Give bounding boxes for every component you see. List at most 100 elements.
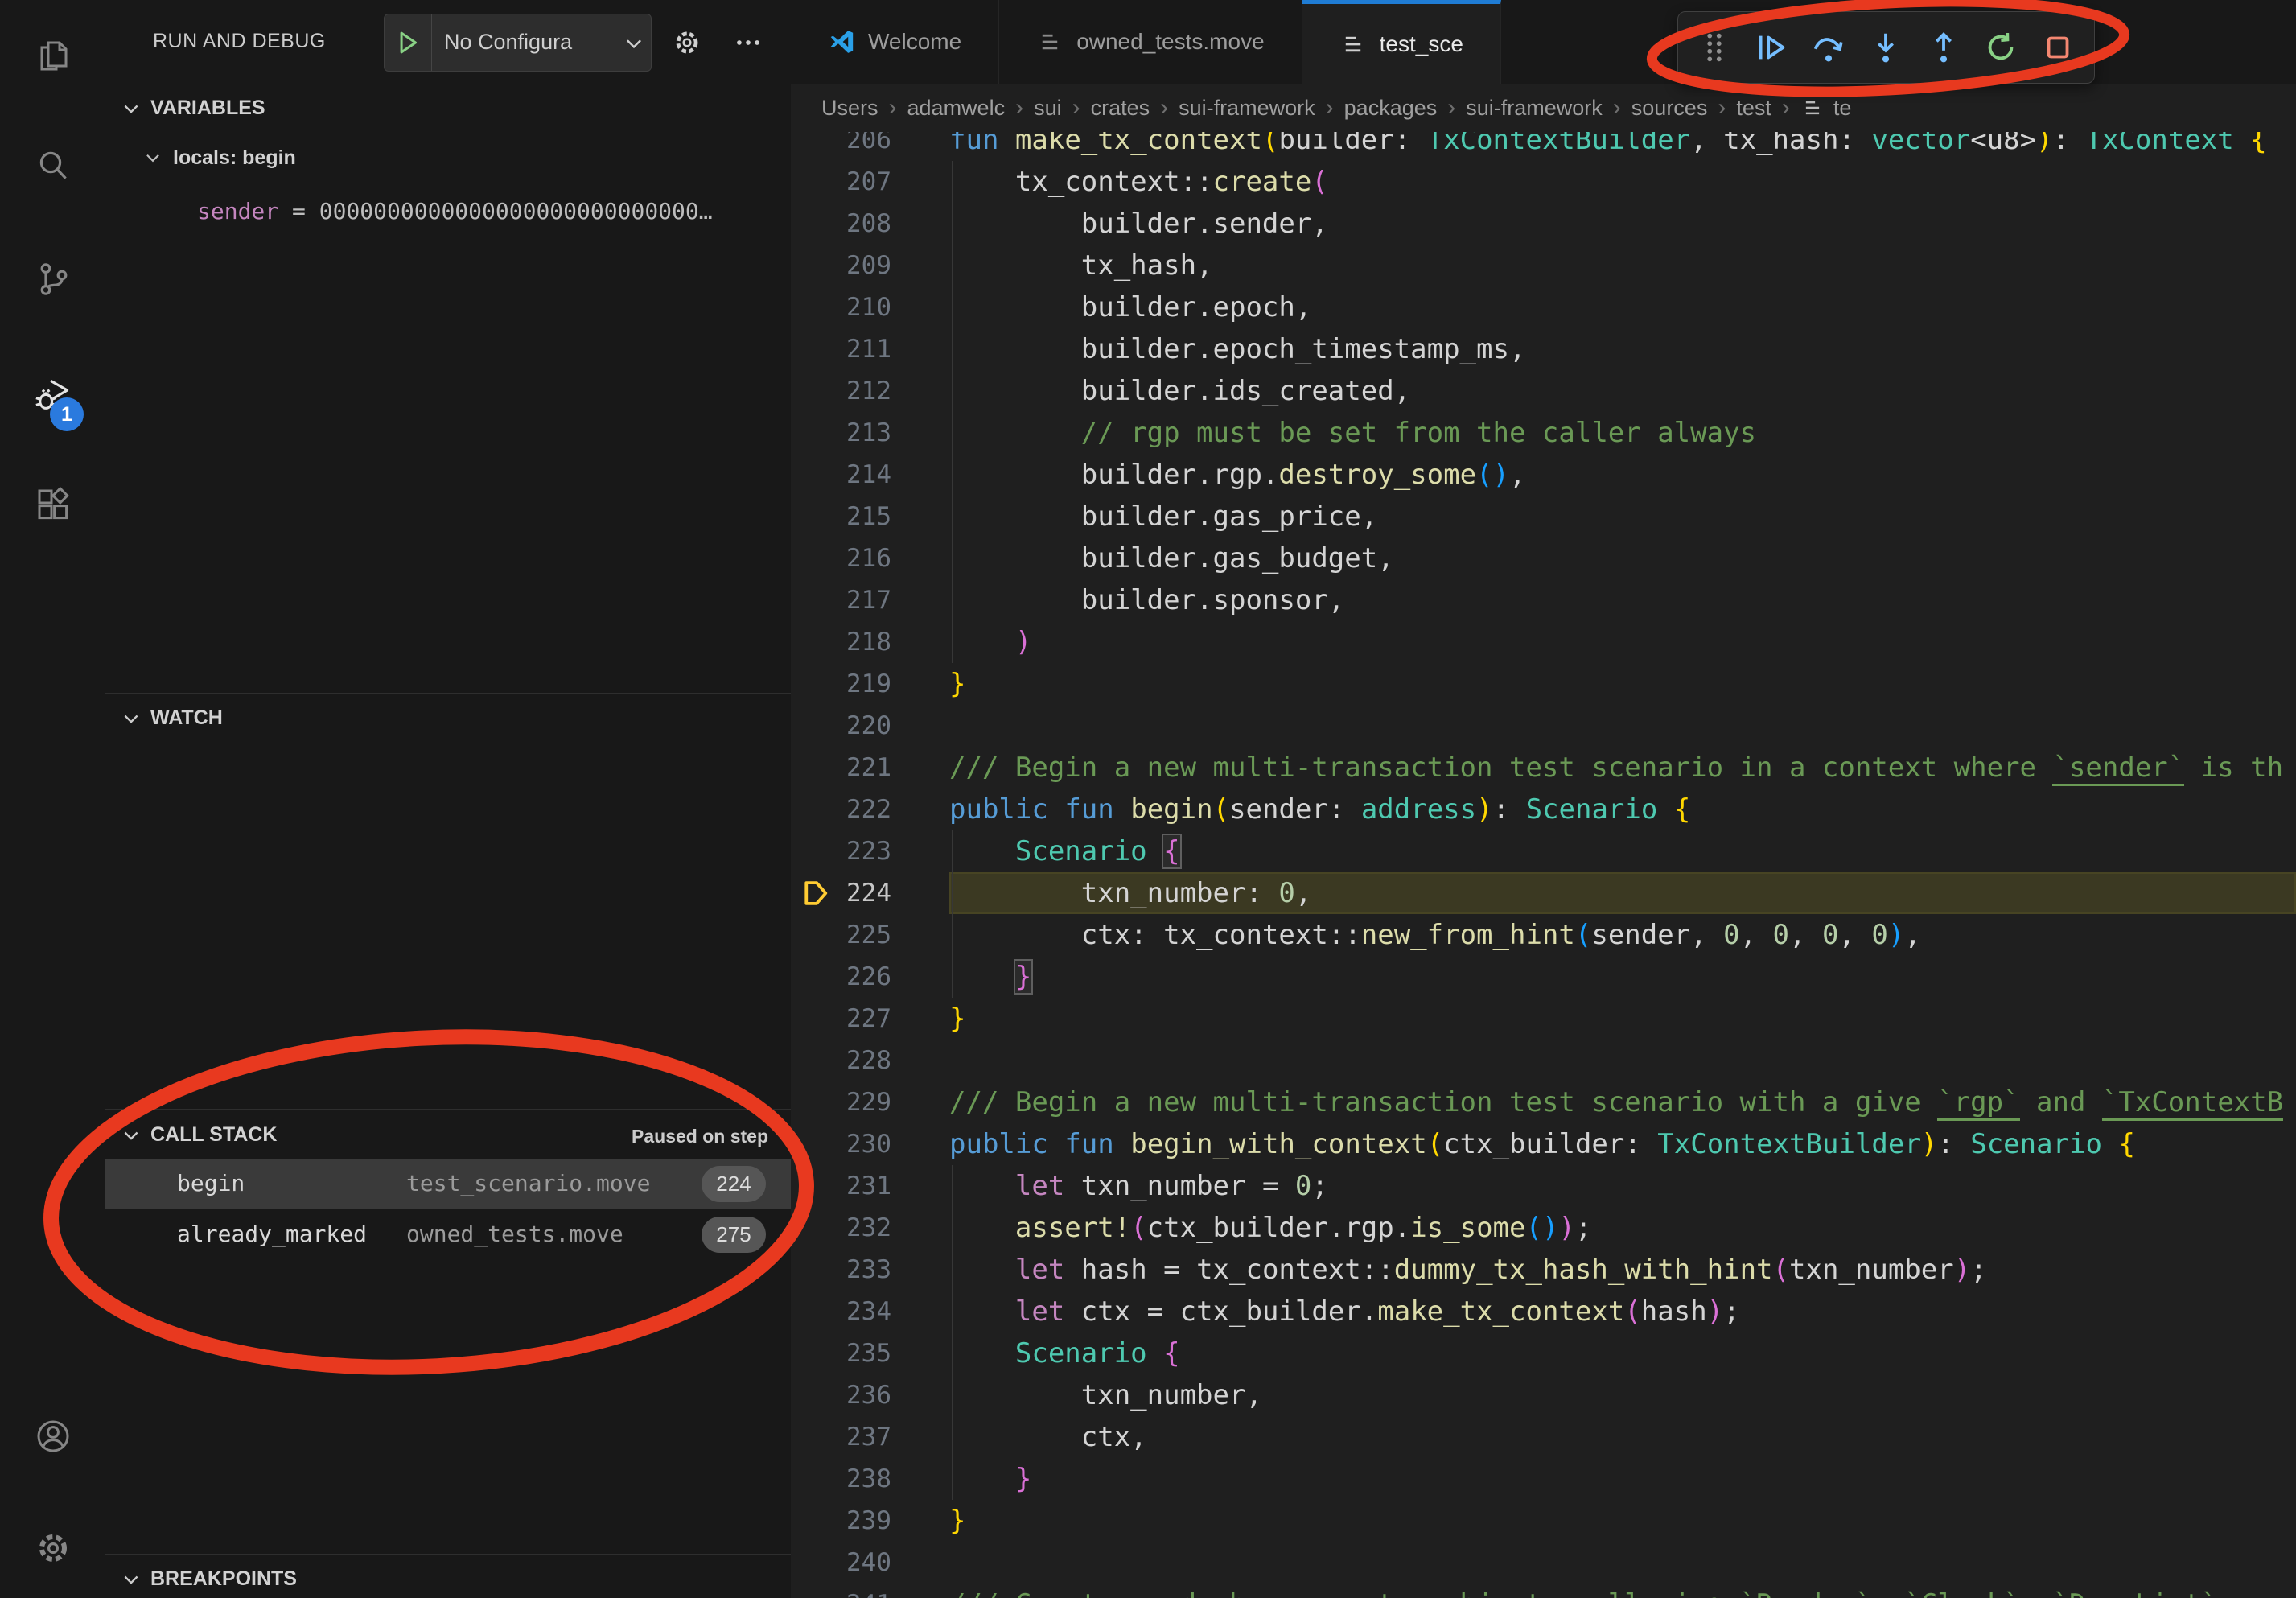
tab-welcome[interactable]: Welcome (791, 0, 999, 84)
line-number[interactable]: 210 (791, 286, 891, 328)
code-line-211[interactable]: 211 builder.epoch_timestamp_ms, (791, 328, 2296, 370)
activitybar-explorer-button[interactable] (0, 18, 105, 95)
call-stack-section-header[interactable]: CALL STACK Paused on step (105, 1115, 791, 1155)
breadcrumb-item[interactable]: sui-framework (1466, 96, 1603, 121)
line-number[interactable]: 232 (791, 1207, 891, 1249)
tab-test-sce[interactable]: test_sce (1302, 0, 1501, 84)
code-line-231[interactable]: 231 let txn_number = 0; (791, 1165, 2296, 1207)
activitybar-search-button[interactable] (0, 129, 105, 206)
code-line-227[interactable]: 227} (791, 998, 2296, 1040)
line-number[interactable]: 237 (791, 1416, 891, 1458)
breadcrumb-item[interactable]: sui (1034, 96, 1062, 121)
code-line-209[interactable]: 209 tx_hash, (791, 245, 2296, 286)
code-line-220[interactable]: 220 (791, 705, 2296, 747)
code-line-212[interactable]: 212 builder.ids_created, (791, 370, 2296, 412)
line-number[interactable]: 233 (791, 1249, 891, 1291)
code-line-236[interactable]: 236 txn_number, (791, 1374, 2296, 1416)
code-line-216[interactable]: 216 builder.gas_budget, (791, 537, 2296, 579)
variables-section-header[interactable]: VARIABLES (105, 89, 791, 129)
code-line-234[interactable]: 234 let ctx = ctx_builder.make_tx_contex… (791, 1291, 2296, 1332)
code-line-233[interactable]: 233 let hash = tx_context::dummy_tx_hash… (791, 1249, 2296, 1291)
breadcrumb-item[interactable]: Users (821, 96, 878, 121)
line-number[interactable]: 222 (791, 789, 891, 830)
line-number[interactable]: 238 (791, 1458, 891, 1500)
code-line-207[interactable]: 207 tx_context::create( (791, 161, 2296, 203)
code-line-232[interactable]: 232 assert!(ctx_builder.rgp.is_some()); (791, 1207, 2296, 1249)
code-line-225[interactable]: 225 ctx: tx_context::new_from_hint(sende… (791, 914, 2296, 956)
line-number[interactable]: 225 (791, 914, 891, 956)
code-line-235[interactable]: 235 Scenario { (791, 1332, 2296, 1374)
line-number[interactable]: 240 (791, 1542, 891, 1584)
line-number[interactable]: 218 (791, 621, 891, 663)
line-number[interactable]: 234 (791, 1291, 891, 1332)
code-line-239[interactable]: 239} (791, 1500, 2296, 1542)
line-number[interactable]: 207 (791, 161, 891, 203)
code-line-238[interactable]: 238 } (791, 1458, 2296, 1500)
activitybar-extensions-button[interactable] (0, 467, 105, 545)
variables-scope-row[interactable]: locals: begin (105, 138, 791, 179)
breadcrumb-item[interactable]: crates (1091, 96, 1150, 121)
stop-button[interactable] (2034, 22, 2083, 73)
step-into-button[interactable] (1862, 22, 1911, 73)
activitybar-manage-button[interactable] (0, 1511, 105, 1588)
line-number[interactable]: 211 (791, 328, 891, 370)
line-number[interactable]: 236 (791, 1374, 891, 1416)
debug-config-dropdown[interactable]: No Configura (384, 14, 652, 72)
line-number[interactable]: 212 (791, 370, 891, 412)
breadcrumb-item[interactable]: adamwelc (907, 96, 1006, 121)
line-number[interactable]: 241 (791, 1584, 891, 1598)
breadcrumb-item[interactable]: te (1833, 96, 1852, 121)
code-line-215[interactable]: 215 builder.gas_price, (791, 496, 2296, 537)
drag-handle-button[interactable] (1689, 22, 1738, 73)
line-number[interactable]: 227 (791, 998, 891, 1040)
activitybar-run-and-debug-button[interactable]: 1 (0, 357, 105, 435)
breadcrumb-item[interactable]: test (1736, 96, 1771, 121)
line-number[interactable]: 231 (791, 1165, 891, 1207)
step-over-button[interactable] (1804, 22, 1854, 73)
code-line-208[interactable]: 208 builder.sender, (791, 203, 2296, 245)
debug-toolbar[interactable] (1677, 11, 2095, 84)
breadcrumb-item[interactable]: packages (1344, 96, 1438, 121)
code-line-237[interactable]: 237 ctx, (791, 1416, 2296, 1458)
line-number[interactable]: 220 (791, 705, 891, 747)
line-number[interactable]: 219 (791, 663, 891, 705)
code-line-214[interactable]: 214 builder.rgp.destroy_some(), (791, 454, 2296, 496)
breadcrumb-item[interactable]: sui-framework (1179, 96, 1315, 121)
code-line-210[interactable]: 210 builder.epoch, (791, 286, 2296, 328)
line-number[interactable]: 213 (791, 412, 891, 454)
variable-row[interactable]: sender = 0000000000000000000000000000… (105, 192, 791, 232)
code-line-219[interactable]: 219} (791, 663, 2296, 705)
call-stack-frame[interactable]: begintest_scenario.move224 (105, 1159, 791, 1209)
code-line-221[interactable]: 221/// Begin a new multi-transaction tes… (791, 747, 2296, 789)
watch-section-header[interactable]: WATCH (105, 698, 791, 739)
start-debugging-icon[interactable] (393, 27, 423, 58)
code-line-241[interactable]: 241/// Creates and shares system objects… (791, 1584, 2296, 1598)
code-line-230[interactable]: 230public fun begin_with_context(ctx_bui… (791, 1123, 2296, 1165)
tab-owned-tests-move[interactable]: owned_tests.move (999, 0, 1302, 84)
line-number[interactable]: 235 (791, 1332, 891, 1374)
line-number[interactable]: 214 (791, 454, 891, 496)
line-number[interactable]: 216 (791, 537, 891, 579)
continue-button[interactable] (1747, 22, 1796, 73)
line-number[interactable]: 226 (791, 956, 891, 998)
step-out-button[interactable] (1919, 22, 1968, 73)
gear-icon[interactable] (672, 27, 702, 58)
activitybar-account-button[interactable] (0, 1399, 105, 1477)
line-number[interactable]: 208 (791, 203, 891, 245)
breadcrumb-item[interactable]: sources (1631, 96, 1708, 121)
line-number[interactable]: 229 (791, 1081, 891, 1123)
line-number[interactable]: 223 (791, 830, 891, 872)
code-editor[interactable]: 206fun make_tx_context(builder: TxContex… (791, 0, 2296, 1598)
code-line-226[interactable]: 226 } (791, 956, 2296, 998)
code-line-224[interactable]: 224 txn_number: 0, (791, 872, 2296, 914)
line-number[interactable]: 217 (791, 579, 891, 621)
code-line-217[interactable]: 217 builder.sponsor, (791, 579, 2296, 621)
code-line-228[interactable]: 228 (791, 1040, 2296, 1081)
restart-button[interactable] (1976, 22, 2025, 73)
activitybar-source-control-button[interactable] (0, 242, 105, 319)
code-line-223[interactable]: 223 Scenario { (791, 830, 2296, 872)
line-number[interactable]: 239 (791, 1500, 891, 1542)
line-number[interactable]: 230 (791, 1123, 891, 1165)
line-number[interactable]: 221 (791, 747, 891, 789)
line-number[interactable]: 228 (791, 1040, 891, 1081)
